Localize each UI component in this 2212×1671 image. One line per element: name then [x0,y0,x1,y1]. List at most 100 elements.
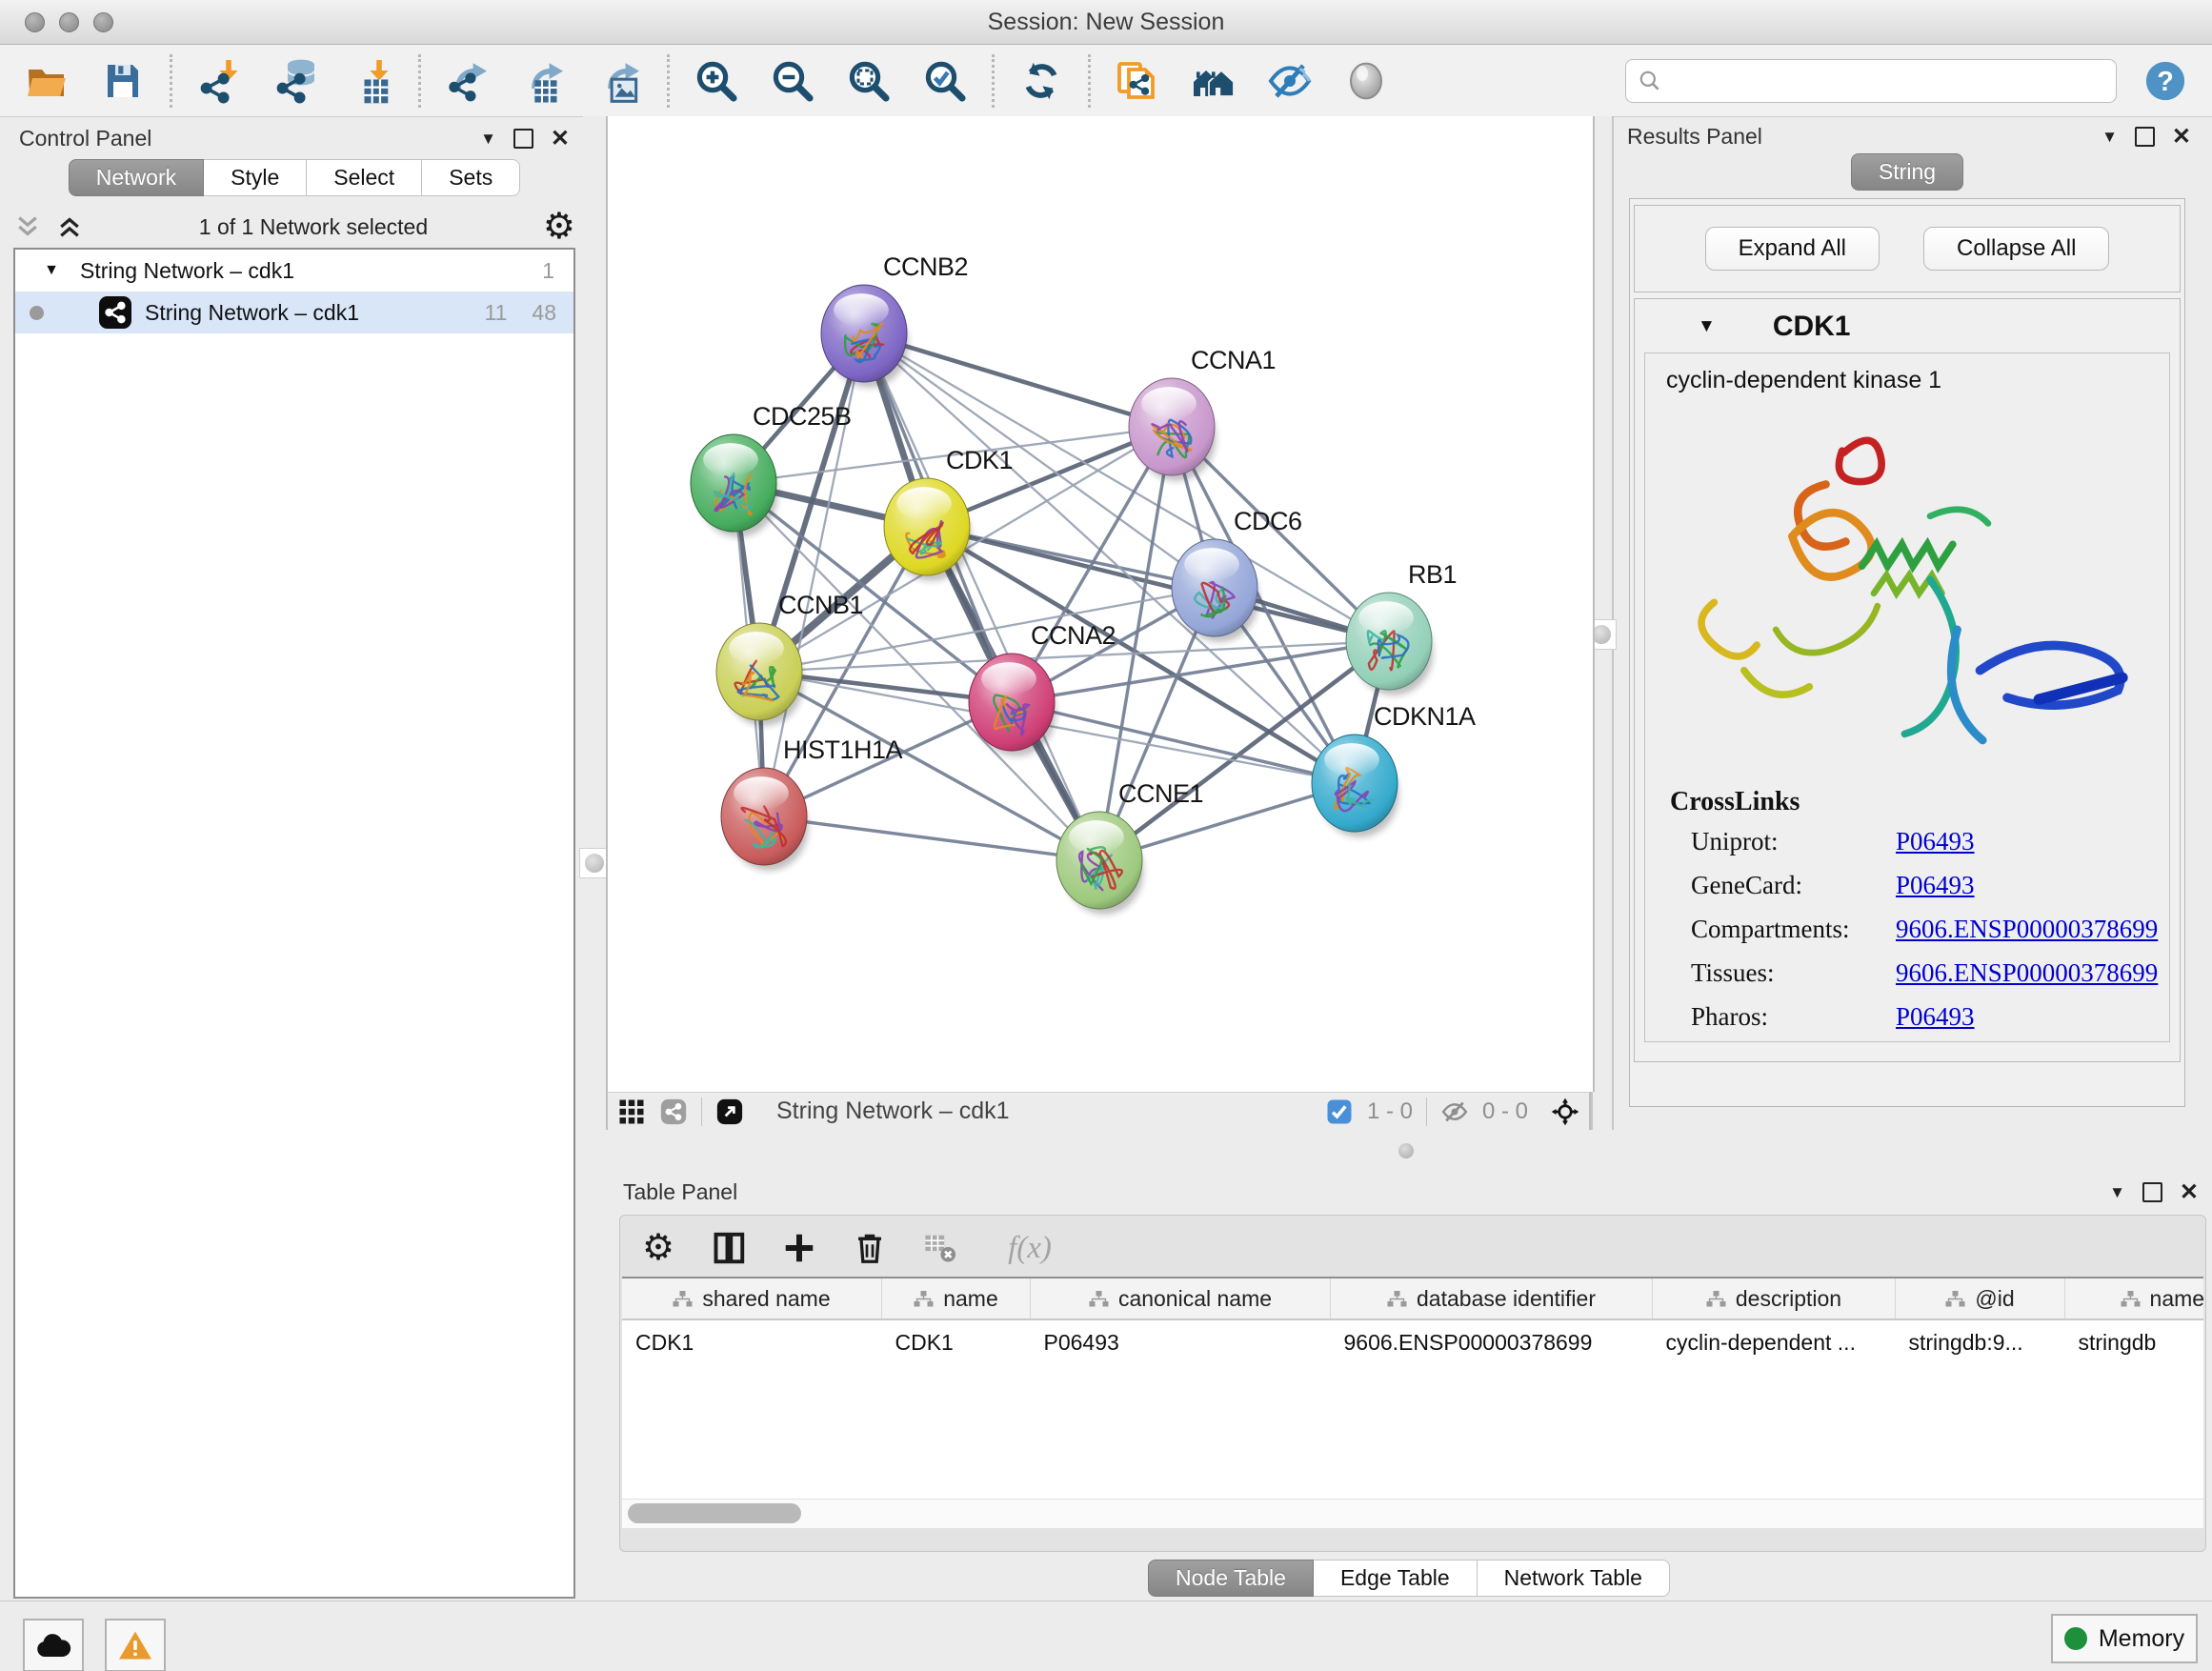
function-builder-icon[interactable]: f(x) [992,1229,1068,1267]
open-in-new-window-icon[interactable] [715,1097,744,1126]
edge-CCNB2-CCNA1[interactable] [864,333,1172,427]
table-cell[interactable]: P06493 [1031,1319,1331,1364]
network-options-gear-icon[interactable]: ⚙ [543,210,575,244]
crosslink-link[interactable]: P06493 [1896,827,1975,856]
edge-HIST1H1A-CCNE1[interactable] [764,816,1099,860]
warning-button[interactable] [105,1619,166,1671]
close-table-icon[interactable]: ✕ [2180,1184,2199,1200]
table-cell[interactable]: stringdb:9... [1896,1319,2065,1364]
table-row[interactable]: CDK1CDK1P064939606.ENSP00000378699cyclin… [622,1319,2203,1364]
table-cell[interactable]: CDK1 [882,1319,1031,1364]
add-column-icon[interactable] [780,1229,818,1267]
column-header-canonical-name[interactable]: canonical name [1031,1278,1331,1319]
tab-style[interactable]: Style [204,159,307,196]
zoom-in-icon[interactable] [693,57,740,105]
cloud-button[interactable] [23,1619,84,1671]
export-table-icon[interactable] [520,57,568,105]
node-CCNB1[interactable] [716,623,803,726]
float-results-icon[interactable] [2135,127,2155,147]
edge-CCNA2-CDKN1A[interactable] [1012,702,1355,783]
node-HIST1H1A[interactable] [721,768,808,871]
hidden-eye-icon[interactable] [1440,1097,1469,1126]
network-row[interactable]: String Network – cdk1 11 48 [15,292,573,333]
network-canvas[interactable]: CCNB2CCNA1CDC25BCDK1CDC6RB1CCNB1CCNA2CDK… [606,116,1595,1092]
birdseye-view-icon[interactable] [1551,1097,1579,1126]
search-input[interactable] [1670,68,2104,94]
close-panel-icon[interactable]: ✕ [551,131,570,147]
node-CCNE1[interactable] [1056,812,1143,915]
tab-network-table[interactable]: Network Table [1478,1560,1670,1597]
tab-node-table[interactable]: Node Table [1148,1560,1314,1597]
collapse-results-icon[interactable]: ▼ [2101,128,2118,147]
crosslink-link[interactable]: P06493 [1896,871,1975,900]
close-results-icon[interactable]: ✕ [2172,129,2191,145]
show-columns-icon[interactable] [710,1229,748,1267]
table-cell[interactable]: cyclin-dependent ... [1653,1319,1896,1364]
open-session-icon[interactable] [23,57,70,105]
zoom-fit-icon[interactable] [845,57,893,105]
h-scrollbar-thumb[interactable] [628,1503,801,1523]
column-header-namespace[interactable]: namespace [2065,1278,2204,1319]
memory-button[interactable]: Memory [2051,1614,2198,1663]
node-CCNA1[interactable] [1129,378,1216,481]
crosslink-link[interactable]: P06493 [1896,1002,1975,1032]
delete-table-icon[interactable] [921,1229,959,1267]
node-CCNA2[interactable] [969,654,1056,756]
string-query-icon[interactable] [1114,57,1161,105]
float-panel-icon[interactable] [513,129,533,149]
crosslink-link[interactable]: 9606.ENSP00000378699 [1896,958,2158,988]
search-field[interactable] [1625,59,2117,103]
edge-CDK1-RB1[interactable] [927,527,1389,641]
refresh-icon[interactable] [1017,57,1065,105]
float-table-icon[interactable] [2142,1182,2162,1202]
import-database-icon[interactable] [271,57,319,105]
tab-sets[interactable]: Sets [422,159,520,196]
node-RB1[interactable] [1346,593,1433,695]
home-icon[interactable] [1190,57,1237,105]
export-network-icon[interactable] [444,57,492,105]
edge-CCNB2-CCNE1[interactable] [864,333,1099,860]
tree-expander-icon[interactable]: ▼ [15,262,59,279]
show-labels-icon[interactable] [1342,57,1390,105]
import-table-icon[interactable] [348,57,395,105]
crosslink-link[interactable]: 9606.ENSP00000378699 [1896,915,2158,944]
network-collection-row[interactable]: ▼ String Network – cdk1 1 [15,250,573,292]
node-CDC25B[interactable] [691,434,777,537]
help-button[interactable]: ? [2143,59,2187,103]
column-header--id[interactable]: @id [1896,1278,2065,1319]
zoom-selected-icon[interactable] [921,57,969,105]
table-cell[interactable]: 9606.ENSP00000378699 [1331,1319,1653,1364]
table-horizontal-scrollbar[interactable] [622,1499,2203,1528]
delete-column-icon[interactable] [851,1229,889,1267]
collapse-table-icon[interactable]: ▼ [2109,1183,2125,1202]
selected-checkbox-icon[interactable] [1325,1097,1354,1126]
expand-all-chevron-icon[interactable] [13,212,42,241]
protein-expander-icon[interactable]: ▼ [1698,316,1716,337]
collapse-panel-icon[interactable]: ▼ [480,130,496,149]
tab-edge-table[interactable]: Edge Table [1314,1560,1478,1597]
tab-string[interactable]: String [1851,153,1963,191]
export-image-icon[interactable] [596,57,644,105]
expand-all-button[interactable]: Expand All [1705,227,1880,271]
column-header-shared-name[interactable]: shared name [622,1278,882,1319]
zoom-out-icon[interactable] [769,57,816,105]
horizontal-splitter[interactable] [606,1130,2204,1174]
grid-view-icon[interactable] [617,1097,646,1126]
column-header-name[interactable]: name [882,1278,1031,1319]
hide-labels-icon[interactable] [1266,57,1314,105]
import-network-icon[interactable] [195,57,243,105]
collapse-all-button[interactable]: Collapse All [1923,227,2109,271]
tab-select[interactable]: Select [307,159,422,196]
save-session-icon[interactable] [99,57,147,105]
collapse-all-chevron-icon[interactable] [55,212,84,241]
node-CCNB2[interactable] [821,285,908,388]
table-settings-gear-icon[interactable]: ⚙ [639,1229,677,1267]
tab-network[interactable]: Network [69,159,204,196]
node-CDK1[interactable] [884,478,971,581]
left-splitter[interactable] [583,116,606,1601]
horizontal-splitter-handle[interactable] [1398,1143,1414,1158]
column-header-description[interactable]: description [1653,1278,1896,1319]
table-cell[interactable]: CDK1 [622,1319,882,1364]
node-CDKN1A[interactable] [1312,735,1398,837]
string-view-icon[interactable] [659,1097,688,1126]
